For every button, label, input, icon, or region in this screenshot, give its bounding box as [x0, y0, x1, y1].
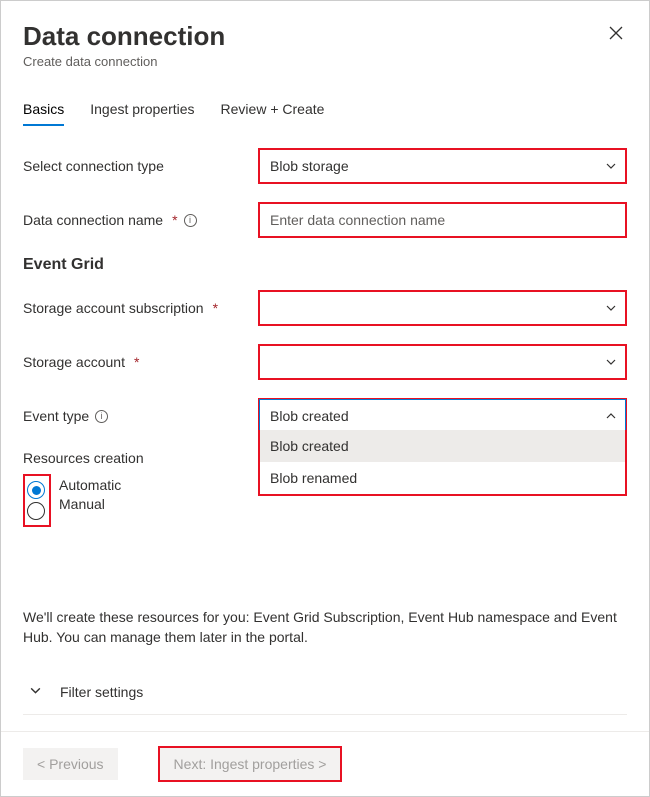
radio-manual[interactable]: [27, 502, 45, 520]
filter-settings-label: Filter settings: [60, 684, 143, 700]
subscription-label: Storage account subscription *: [23, 300, 258, 316]
event-type-option-blob-renamed[interactable]: Blob renamed: [260, 462, 625, 494]
tab-basics[interactable]: Basics: [23, 97, 64, 125]
page-subtitle: Create data connection: [23, 54, 225, 69]
connection-type-value: Blob storage: [270, 158, 349, 174]
event-type-label-text: Event type: [23, 408, 89, 424]
storage-account-select[interactable]: [258, 344, 627, 380]
subscription-label-text: Storage account subscription: [23, 300, 204, 316]
tab-ingest-properties[interactable]: Ingest properties: [90, 97, 194, 125]
resources-help-text: We'll create these resources for you: Ev…: [23, 607, 627, 648]
event-type-label: Event type i: [23, 408, 258, 424]
tab-review-create[interactable]: Review + Create: [221, 97, 325, 125]
info-icon[interactable]: i: [184, 214, 197, 227]
resources-creation-label: Resources creation: [23, 448, 258, 466]
subscription-select[interactable]: [258, 290, 627, 326]
storage-account-label-text: Storage account: [23, 354, 125, 370]
storage-account-label: Storage account *: [23, 354, 258, 370]
previous-button[interactable]: < Previous: [23, 748, 118, 780]
page-title: Data connection: [23, 21, 225, 52]
resources-creation-radio-group: [23, 474, 51, 527]
tab-strip: Basics Ingest properties Review + Create: [23, 97, 627, 126]
wizard-footer: < Previous Next: Ingest properties >: [1, 731, 649, 796]
event-type-value: Blob created: [270, 408, 349, 424]
event-grid-heading: Event Grid: [23, 256, 627, 274]
radio-automatic[interactable]: [27, 481, 45, 499]
connection-name-label-text: Data connection name: [23, 212, 163, 228]
required-asterisk: *: [134, 354, 139, 370]
close-icon[interactable]: [605, 21, 627, 47]
chevron-down-icon: [23, 684, 42, 700]
event-type-select[interactable]: Blob created Blob created Blob renamed: [258, 398, 627, 434]
connection-type-select[interactable]: Blob storage: [258, 148, 627, 184]
filter-settings-toggle[interactable]: Filter settings: [23, 670, 627, 715]
event-type-dropdown-list: Blob created Blob renamed: [258, 430, 627, 496]
required-asterisk: *: [172, 212, 177, 228]
radio-manual-label: Manual: [59, 496, 105, 512]
event-type-option-blob-created[interactable]: Blob created: [260, 430, 625, 462]
required-asterisk: *: [213, 300, 218, 316]
radio-automatic-label: Automatic: [59, 477, 121, 493]
connection-name-label: Data connection name * i: [23, 212, 258, 228]
next-button[interactable]: Next: Ingest properties >: [160, 748, 341, 780]
connection-name-field[interactable]: [258, 202, 627, 238]
connection-name-input[interactable]: [270, 204, 595, 236]
connection-type-label: Select connection type: [23, 158, 258, 174]
info-icon[interactable]: i: [95, 410, 108, 423]
